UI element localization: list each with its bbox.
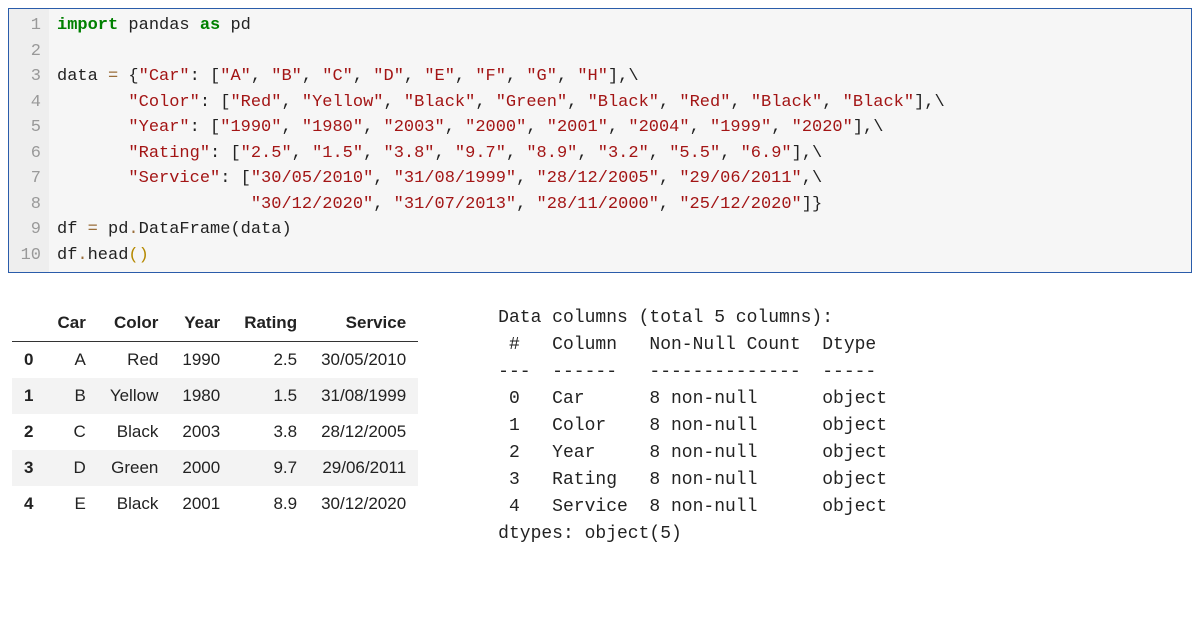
table-cell: 30/05/2010 [309, 342, 418, 379]
table-row: 1BYellow19801.531/08/1999 [12, 378, 418, 414]
line-number: 9 [13, 217, 41, 243]
table-cell: 30/12/2020 [309, 486, 418, 522]
table-cell: 9.7 [232, 450, 309, 486]
line-number: 4 [13, 90, 41, 116]
table-cell: 1980 [170, 378, 232, 414]
code-area[interactable]: import pandas as pd data = {"Car": ["A",… [49, 9, 953, 272]
line-number: 5 [13, 115, 41, 141]
table-cell: 3.8 [232, 414, 309, 450]
line-number: 7 [13, 166, 41, 192]
column-header: Car [45, 305, 97, 342]
code-cell[interactable]: 12345678910 import pandas as pd data = {… [8, 8, 1192, 273]
table-row: 4EBlack20018.930/12/2020 [12, 486, 418, 522]
table-cell: Yellow [98, 378, 171, 414]
line-number: 2 [13, 39, 41, 65]
line-number-gutter: 12345678910 [9, 9, 49, 272]
table-cell: B [45, 378, 97, 414]
column-header: Color [98, 305, 171, 342]
table-cell: 31/08/1999 [309, 378, 418, 414]
table-cell: 1990 [170, 342, 232, 379]
table-cell: 28/12/2005 [309, 414, 418, 450]
table-cell: Green [98, 450, 171, 486]
column-header: Rating [232, 305, 309, 342]
table-cell: 8.9 [232, 486, 309, 522]
row-index: 3 [12, 450, 45, 486]
line-number: 1 [13, 13, 41, 39]
table-cell: Black [98, 486, 171, 522]
table-cell: 1.5 [232, 378, 309, 414]
line-number: 8 [13, 192, 41, 218]
row-index: 2 [12, 414, 45, 450]
table-cell: Red [98, 342, 171, 379]
line-number: 10 [13, 243, 41, 269]
output-area: CarColorYearRatingService 0ARed19902.530… [8, 297, 1192, 556]
row-index: 0 [12, 342, 45, 379]
table-row: 3DGreen20009.729/06/2011 [12, 450, 418, 486]
dtype-info: Data columns (total 5 columns): # Column… [498, 305, 887, 548]
dataframe-table: CarColorYearRatingService 0ARed19902.530… [12, 305, 418, 522]
table-row: 0ARed19902.530/05/2010 [12, 342, 418, 379]
row-index: 4 [12, 486, 45, 522]
table-cell: 29/06/2011 [309, 450, 418, 486]
column-header: Year [170, 305, 232, 342]
table-cell: 2001 [170, 486, 232, 522]
table-cell: A [45, 342, 97, 379]
column-header: Service [309, 305, 418, 342]
row-index: 1 [12, 378, 45, 414]
line-number: 6 [13, 141, 41, 167]
table-cell: E [45, 486, 97, 522]
table-cell: 2003 [170, 414, 232, 450]
table-cell: 2.5 [232, 342, 309, 379]
table-row: 2CBlack20033.828/12/2005 [12, 414, 418, 450]
table-cell: D [45, 450, 97, 486]
line-number: 3 [13, 64, 41, 90]
table-cell: Black [98, 414, 171, 450]
table-cell: C [45, 414, 97, 450]
table-cell: 2000 [170, 450, 232, 486]
